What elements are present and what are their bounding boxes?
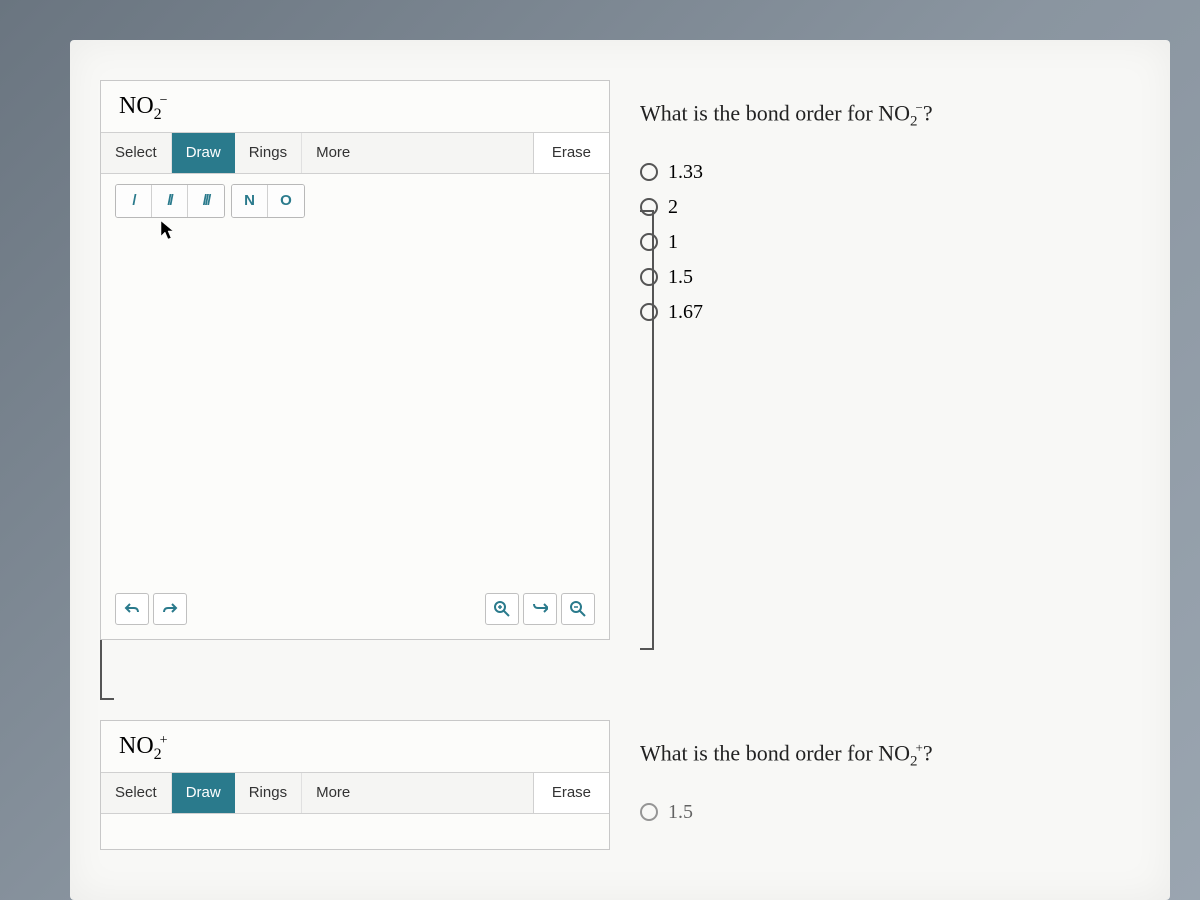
- question-2-prompt: What is the bond order for NO2+?: [640, 740, 1140, 771]
- more-tool[interactable]: More: [302, 133, 364, 173]
- app-screen: NO2− Select Draw Rings More Erase / // /…: [70, 40, 1170, 900]
- select-tool[interactable]: Select: [101, 773, 172, 813]
- option-3[interactable]: 1: [640, 231, 1140, 254]
- double-bond-button[interactable]: //: [152, 185, 188, 217]
- option-label: 2: [668, 196, 678, 219]
- option-partial[interactable]: 1.5: [640, 801, 1140, 824]
- option-label: 1.5: [668, 801, 693, 824]
- zoom-reset-button[interactable]: [523, 593, 557, 625]
- triple-bond-button[interactable]: ///: [188, 185, 224, 217]
- option-label: 1.67: [668, 301, 703, 324]
- option-label: 1.5: [668, 266, 693, 289]
- question-2-row: NO2+ Select Draw Rings More Erase What i…: [100, 720, 1140, 850]
- option-5[interactable]: 1.67: [640, 301, 1140, 324]
- rings-tool[interactable]: Rings: [235, 773, 302, 813]
- zoom-out-button[interactable]: [561, 593, 595, 625]
- question-2-side: What is the bond order for NO2+? 1.5: [640, 720, 1140, 850]
- toolbar-1: Select Draw Rings More Erase: [101, 132, 609, 174]
- molecule-label-2: NO2+: [101, 721, 609, 772]
- zoom-in-button[interactable]: [485, 593, 519, 625]
- select-tool[interactable]: Select: [101, 133, 172, 173]
- nitrogen-button[interactable]: N: [232, 185, 268, 217]
- single-bond-button[interactable]: /: [116, 185, 152, 217]
- radio-icon: [640, 163, 658, 181]
- toolbar-2: Select Draw Rings More Erase: [101, 772, 609, 814]
- cursor-icon: [160, 220, 176, 242]
- structure-drawer-1: NO2− Select Draw Rings More Erase / // /…: [100, 80, 610, 640]
- more-tool[interactable]: More: [302, 773, 364, 813]
- rings-tool[interactable]: Rings: [235, 133, 302, 173]
- radio-icon: [640, 198, 658, 216]
- option-2[interactable]: 2: [640, 196, 1140, 219]
- radio-icon: [640, 303, 658, 321]
- oxygen-button[interactable]: O: [268, 185, 304, 217]
- question-1-prompt: What is the bond order for NO2−?: [640, 100, 1140, 131]
- option-label: 1.33: [668, 161, 703, 184]
- radio-icon: [640, 233, 658, 251]
- question-1-row: NO2− Select Draw Rings More Erase / // /…: [100, 80, 1140, 640]
- option-1[interactable]: 1.33: [640, 161, 1140, 184]
- molecule-label-1: NO2−: [101, 81, 609, 132]
- option-label: 1: [668, 231, 678, 254]
- question-1-side: What is the bond order for NO2−? 1.33 2 …: [640, 80, 1140, 640]
- radio-icon: [640, 803, 658, 821]
- erase-tool[interactable]: Erase: [533, 133, 609, 173]
- radio-icon: [640, 268, 658, 286]
- structure-drawer-2: NO2+ Select Draw Rings More Erase: [100, 720, 610, 850]
- bottom-toolbar-1: [115, 593, 595, 625]
- draw-tool[interactable]: Draw: [172, 133, 235, 173]
- option-4[interactable]: 1.5: [640, 266, 1140, 289]
- erase-tool[interactable]: Erase: [533, 773, 609, 813]
- draw-tool[interactable]: Draw: [172, 773, 235, 813]
- bond-toolbar-1: / // /// N O: [101, 174, 609, 228]
- undo-button[interactable]: [115, 593, 149, 625]
- redo-button[interactable]: [153, 593, 187, 625]
